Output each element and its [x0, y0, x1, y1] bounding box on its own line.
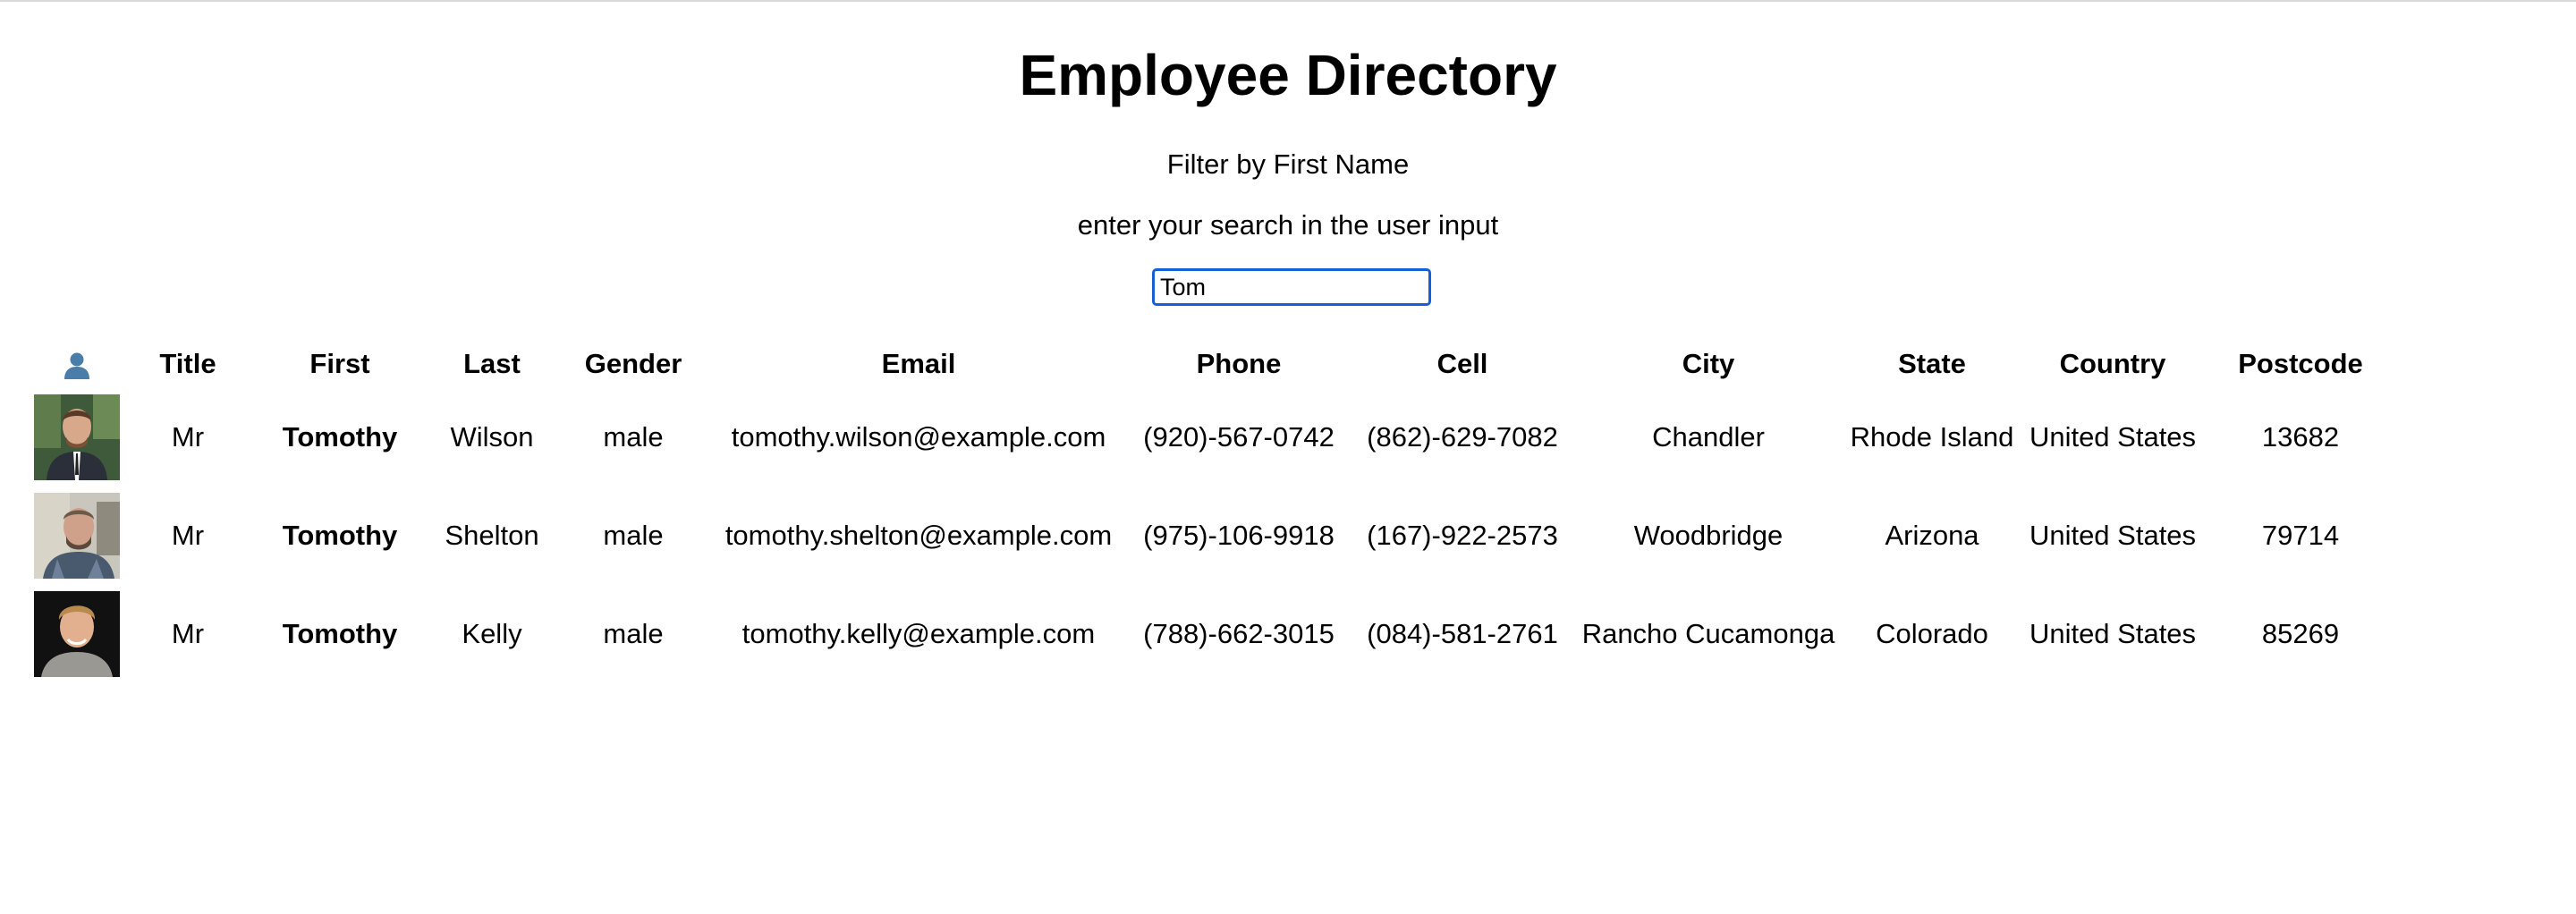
filter-hint: enter your search in the user input [1077, 209, 1499, 241]
country-cell: United States [2029, 618, 2197, 649]
phone-cell: (975)-106-9918 [1143, 520, 1335, 551]
page: Employee Directory Filter by First Name … [0, 0, 2576, 914]
employee-photo [34, 394, 120, 480]
postcode-cell: 79714 [2261, 520, 2340, 551]
column-header-first[interactable]: First [252, 340, 428, 388]
email-cell: tomothy.shelton@example.com [724, 520, 1113, 551]
last-name-cell: Wilson [450, 421, 534, 453]
email-cell: tomothy.wilson@example.com [731, 421, 1106, 453]
postcode-cell: 13682 [2261, 421, 2340, 453]
gender-cell: male [603, 618, 664, 649]
city-cell: Woodbridge [1633, 520, 1784, 551]
column-header-cell[interactable]: Cell [1351, 340, 1574, 388]
column-header-phone[interactable]: Phone [1127, 340, 1351, 388]
cell-phone-cell: (862)-629-7082 [1367, 421, 1558, 453]
column-header-title[interactable]: Title [123, 340, 252, 388]
state-cell: Rhode Island [1850, 421, 2014, 453]
country-cell: United States [2029, 520, 2197, 551]
country-cell: United States [2029, 421, 2197, 453]
employee-table: Title First Last Gender Email Phone Cell… [30, 340, 2397, 683]
city-cell: Chandler [1652, 421, 1765, 453]
state-cell: Arizona [1885, 520, 1979, 551]
page-title: Employee Directory [1019, 43, 1557, 107]
column-header-gender[interactable]: Gender [556, 340, 710, 388]
last-name-cell: Shelton [445, 520, 539, 551]
photo-cell [30, 388, 123, 487]
gender-cell: male [603, 421, 664, 453]
top-divider [0, 0, 2576, 2]
first-name-cell: Tomothy [282, 520, 398, 551]
photo-cell [30, 487, 123, 585]
column-header-state[interactable]: State [1843, 340, 2021, 388]
phone-cell: (920)-567-0742 [1143, 421, 1335, 453]
title-cell: Mr [171, 520, 205, 551]
photo-column-header [30, 340, 123, 388]
gender-cell: male [603, 520, 664, 551]
table-row: Mr Tomothy Shelton male tomothy.shelton@… [30, 487, 2397, 585]
photo-cell [30, 585, 123, 683]
title-cell: Mr [171, 421, 205, 453]
filter-label: Filter by First Name [1166, 148, 1410, 180]
column-header-postcode[interactable]: Postcode [2204, 340, 2397, 388]
cell-phone-cell: (167)-922-2573 [1367, 520, 1558, 551]
table-header-row: Title First Last Gender Email Phone Cell… [30, 340, 2397, 388]
user-silhouette-icon [61, 348, 93, 381]
column-header-country[interactable]: Country [2021, 340, 2204, 388]
postcode-cell: 85269 [2261, 618, 2340, 649]
search-input[interactable] [1152, 268, 1431, 306]
column-header-email[interactable]: Email [710, 340, 1127, 388]
city-cell: Rancho Cucamonga [1581, 618, 1835, 649]
cell-phone-cell: (084)-581-2761 [1367, 618, 1558, 649]
column-header-city[interactable]: City [1574, 340, 1843, 388]
phone-cell: (788)-662-3015 [1143, 618, 1335, 649]
title-cell: Mr [171, 618, 205, 649]
table-row: Mr Tomothy Wilson male tomothy.wilson@ex… [30, 388, 2397, 487]
employee-photo [34, 591, 120, 677]
last-name-cell: Kelly [462, 618, 522, 649]
first-name-cell: Tomothy [282, 421, 398, 453]
state-cell: Colorado [1876, 618, 1988, 649]
column-header-last[interactable]: Last [428, 340, 556, 388]
email-cell: tomothy.kelly@example.com [741, 618, 1096, 649]
table-row: Mr Tomothy Kelly male tomothy.kelly@exam… [30, 585, 2397, 683]
first-name-cell: Tomothy [282, 618, 398, 649]
employee-photo [34, 493, 120, 579]
